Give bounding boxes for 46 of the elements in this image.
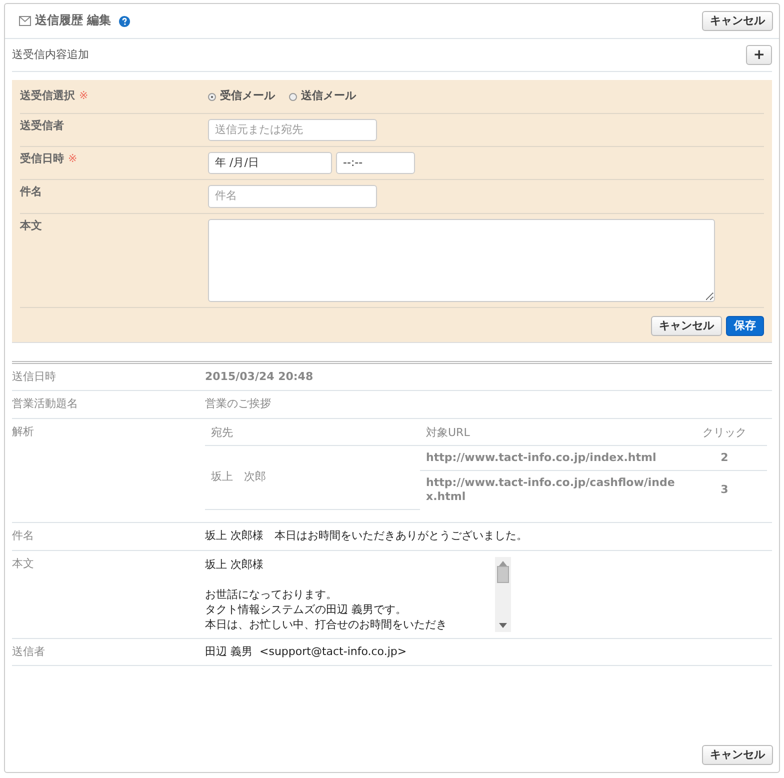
- detail-label: 解析: [12, 424, 35, 440]
- text-field[interactable]: 件名: [208, 185, 377, 208]
- field-label: 件名: [20, 185, 42, 198]
- body-line: 本日は、お忙しい中、打合せのお時間をいただき: [205, 616, 448, 632]
- detail-value: 2015/03/24 20:48: [205, 370, 314, 383]
- body-textarea[interactable]: [208, 218, 715, 302]
- text-field[interactable]: 送信元または宛先: [208, 118, 377, 142]
- click-count: 3: [682, 470, 767, 510]
- column-header: 宛先: [205, 420, 420, 446]
- click-count: 2: [682, 445, 767, 471]
- add-button[interactable]: +: [746, 45, 772, 66]
- section-label: 送受信内容追加: [12, 48, 89, 63]
- scrollbar[interactable]: [495, 556, 511, 632]
- detail-value: 田辺 義男 <support@tact-info.co.jp>: [205, 644, 407, 658]
- detail-label: 送信者: [12, 644, 46, 659]
- cancel-button[interactable]: キャンセル: [651, 316, 722, 336]
- time-field[interactable]: --:--: [336, 152, 415, 174]
- radio-option[interactable]: 受信メール: [208, 89, 275, 104]
- save-button[interactable]: 保存: [726, 316, 764, 336]
- body-line: 坂上 次郎様: [205, 556, 264, 572]
- help-icon[interactable]: [119, 16, 130, 27]
- column-header: クリック: [682, 420, 767, 446]
- required-mark: ※: [68, 152, 78, 166]
- field-label: 送受信選択: [20, 89, 75, 102]
- column-header: 対象URL: [420, 420, 682, 446]
- detail-value: 坂上 次郎様 本日はお時間をいただきありがとうございました。: [205, 529, 528, 542]
- field-label: 本文: [20, 218, 42, 232]
- detail-label: 営業活動題名: [12, 397, 79, 412]
- field-label: 受信日時: [20, 152, 64, 166]
- cancel-button[interactable]: キャンセル: [702, 744, 773, 765]
- detail-label: 本文: [12, 556, 35, 572]
- envelope-icon: [19, 16, 31, 26]
- date-field[interactable]: 年 /月/日: [208, 152, 332, 174]
- field-label: 送受信者: [20, 118, 64, 132]
- detail-value: 営業のご挨拶: [205, 397, 271, 410]
- url-cell: http://www.tact-info.co.jp/cashflow/index.html: [420, 470, 682, 510]
- required-mark: ※: [79, 89, 88, 102]
- url-cell: http://www.tact-info.co.jp/index.html: [420, 445, 682, 471]
- page-title: 送信履歴 編集: [35, 13, 112, 29]
- radio-option[interactable]: 送信メール: [289, 89, 356, 104]
- detail-label: 送信日時: [12, 370, 57, 384]
- recipient-cell: 坂上 次郎: [205, 445, 420, 510]
- body-line: お世話になっております。: [205, 586, 338, 602]
- body-line: タクト情報システムズの田辺 義男です。: [205, 602, 408, 617]
- detail-label: 件名: [12, 529, 35, 544]
- cancel-button[interactable]: キャンセル: [702, 11, 773, 32]
